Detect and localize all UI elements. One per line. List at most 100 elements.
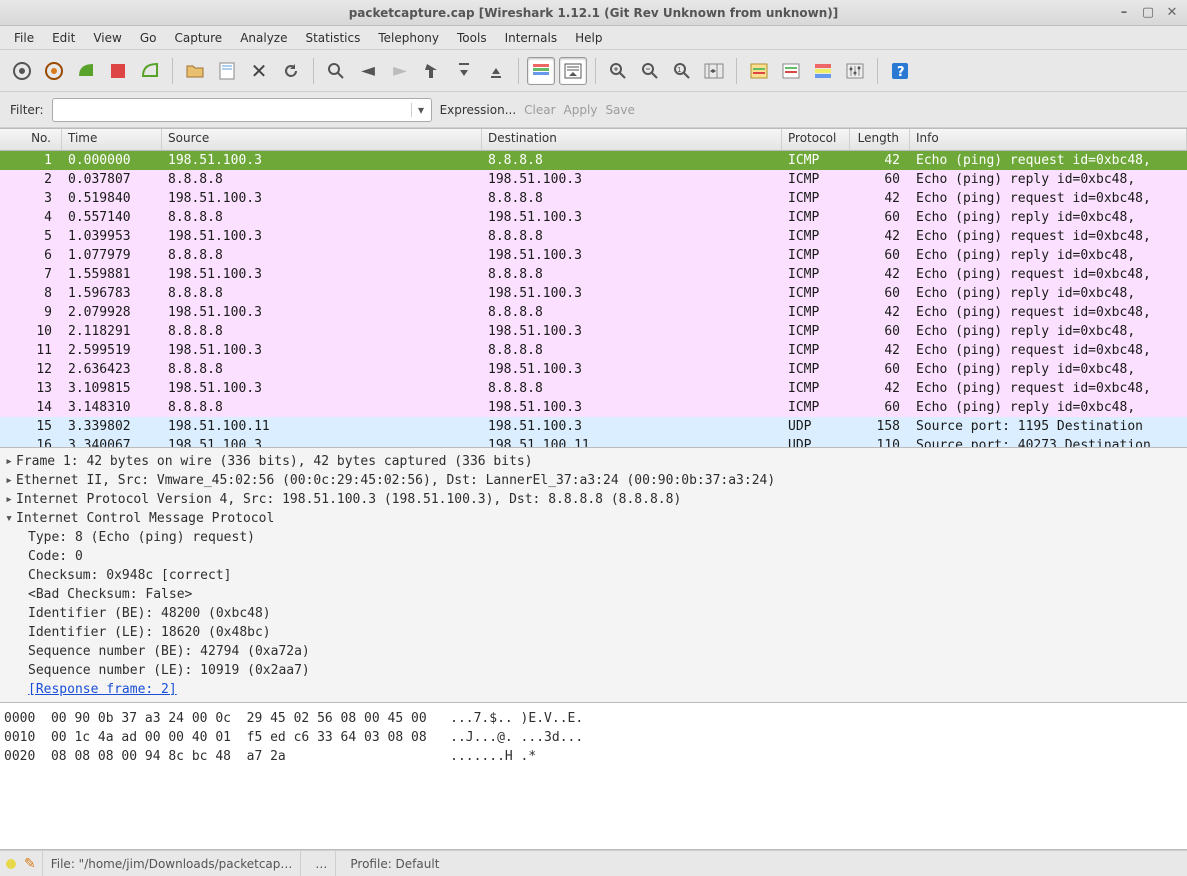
tree-branch[interactable]: ▸Internet Protocol Version 4, Src: 198.5…	[2, 490, 1185, 509]
menu-capture[interactable]: Capture	[166, 28, 230, 48]
open-file-icon[interactable]	[181, 57, 209, 85]
options-icon[interactable]	[40, 57, 68, 85]
col-header-no[interactable]: No.	[0, 129, 62, 150]
filter-input[interactable]	[53, 103, 411, 117]
window-title: packetcapture.cap [Wireshark 1.12.1 (Git…	[349, 6, 839, 20]
packet-row[interactable]: 20.0378078.8.8.8198.51.100.3ICMP60Echo (…	[0, 170, 1187, 189]
save-filter-button[interactable]: Save	[605, 103, 634, 117]
start-capture-icon[interactable]	[72, 57, 100, 85]
expand-arrow-icon[interactable]: ▸	[2, 452, 16, 471]
response-frame-link[interactable]: [Response frame: 2]	[28, 682, 177, 697]
apply-button[interactable]: Apply	[564, 103, 598, 117]
menu-go[interactable]: Go	[132, 28, 165, 48]
filter-combo[interactable]: ▾	[52, 98, 432, 122]
coloring-rules-icon[interactable]	[809, 57, 837, 85]
col-header-time[interactable]: Time	[62, 129, 162, 150]
tree-leaf[interactable]: <Bad Checksum: False>	[2, 585, 1185, 604]
packet-row[interactable]: 71.559881198.51.100.38.8.8.8ICMP42Echo (…	[0, 265, 1187, 284]
packet-row[interactable]: 30.519840198.51.100.38.8.8.8ICMP42Echo (…	[0, 189, 1187, 208]
menu-edit[interactable]: Edit	[44, 28, 83, 48]
tree-leaf[interactable]: Sequence number (LE): 10919 (0x2aa7)	[2, 661, 1185, 680]
menu-analyze[interactable]: Analyze	[232, 28, 295, 48]
menubar: FileEditViewGoCaptureAnalyzeStatisticsTe…	[0, 26, 1187, 50]
packet-row[interactable]: 102.1182918.8.8.8198.51.100.3ICMP60Echo …	[0, 322, 1187, 341]
resize-columns-icon[interactable]	[700, 57, 728, 85]
tree-leaf[interactable]: Sequence number (BE): 42794 (0xa72a)	[2, 642, 1185, 661]
stop-capture-icon[interactable]	[104, 57, 132, 85]
menu-statistics[interactable]: Statistics	[297, 28, 368, 48]
zoom-out-icon[interactable]	[636, 57, 664, 85]
status-profile[interactable]: Profile: Default	[342, 851, 447, 876]
expert-info-icon[interactable]	[6, 859, 16, 869]
packet-row[interactable]: 153.339802198.51.100.11198.51.100.3UDP15…	[0, 417, 1187, 436]
expand-arrow-icon[interactable]: ▸	[2, 471, 16, 490]
find-icon[interactable]	[322, 57, 350, 85]
menu-telephony[interactable]: Telephony	[370, 28, 447, 48]
menu-help[interactable]: Help	[567, 28, 610, 48]
packet-list-body[interactable]: 10.000000198.51.100.38.8.8.8ICMP42Echo (…	[0, 151, 1187, 447]
goto-first-icon[interactable]	[450, 57, 478, 85]
tree-leaf[interactable]: [Response frame: 2]	[2, 680, 1185, 699]
filter-dropdown-icon[interactable]: ▾	[411, 103, 431, 117]
col-header-source[interactable]: Source	[162, 129, 482, 150]
close-button[interactable]: ✕	[1163, 4, 1181, 22]
packet-row[interactable]: 10.000000198.51.100.38.8.8.8ICMP42Echo (…	[0, 151, 1187, 170]
packet-row[interactable]: 40.5571408.8.8.8198.51.100.3ICMP60Echo (…	[0, 208, 1187, 227]
filter-label: Filter:	[10, 103, 44, 117]
packet-row[interactable]: 112.599519198.51.100.38.8.8.8ICMP42Echo …	[0, 341, 1187, 360]
reload-icon[interactable]	[277, 57, 305, 85]
help-icon[interactable]: ?	[886, 57, 914, 85]
edit-capture-comment-icon[interactable]: ✎	[24, 856, 36, 872]
preferences-icon[interactable]	[841, 57, 869, 85]
go-back-icon[interactable]: ◄	[354, 57, 382, 85]
zoom-reset-icon[interactable]: 1	[668, 57, 696, 85]
tree-leaf[interactable]: Identifier (BE): 48200 (0xbc48)	[2, 604, 1185, 623]
col-header-length[interactable]: Length	[850, 129, 910, 150]
packet-list-pane: No. Time Source Destination Protocol Len…	[0, 128, 1187, 448]
tree-branch[interactable]: ▾Internet Control Message Protocol	[2, 509, 1185, 528]
packet-row[interactable]: 143.1483108.8.8.8198.51.100.3ICMP60Echo …	[0, 398, 1187, 417]
packet-row[interactable]: 81.5967838.8.8.8198.51.100.3ICMP60Echo (…	[0, 284, 1187, 303]
menu-file[interactable]: File	[6, 28, 42, 48]
capture-filters-icon[interactable]	[745, 57, 773, 85]
tree-leaf[interactable]: Checksum: 0x948c [correct]	[2, 566, 1185, 585]
colorize-icon[interactable]	[527, 57, 555, 85]
main-toolbar: ✕ ◄ ► 1 ?	[0, 50, 1187, 92]
menu-view[interactable]: View	[85, 28, 129, 48]
packet-details-pane[interactable]: ▸Frame 1: 42 bytes on wire (336 bits), 4…	[0, 448, 1187, 703]
goto-last-icon[interactable]	[482, 57, 510, 85]
menu-internals[interactable]: Internals	[497, 28, 566, 48]
col-header-info[interactable]: Info	[910, 129, 1187, 150]
packet-row[interactable]: 163.340067198.51.100.3198.51.100.11UDP11…	[0, 436, 1187, 447]
expression-button[interactable]: Expression...	[440, 103, 517, 117]
packet-row[interactable]: 51.039953198.51.100.38.8.8.8ICMP42Echo (…	[0, 227, 1187, 246]
close-file-icon[interactable]: ✕	[245, 57, 273, 85]
clear-button[interactable]: Clear	[524, 103, 555, 117]
goto-packet-icon[interactable]	[418, 57, 446, 85]
packet-row[interactable]: 61.0779798.8.8.8198.51.100.3ICMP60Echo (…	[0, 246, 1187, 265]
col-header-proto[interactable]: Protocol	[782, 129, 850, 150]
expand-arrow-icon[interactable]: ▾	[2, 509, 16, 528]
save-file-icon[interactable]	[213, 57, 241, 85]
tree-branch[interactable]: ▸Frame 1: 42 bytes on wire (336 bits), 4…	[2, 452, 1185, 471]
col-header-dest[interactable]: Destination	[482, 129, 782, 150]
minimize-button[interactable]: –	[1115, 4, 1133, 22]
status-file[interactable]: File: "/home/jim/Downloads/packetcap…	[42, 851, 302, 876]
tree-branch[interactable]: ▸Ethernet II, Src: Vmware_45:02:56 (00:0…	[2, 471, 1185, 490]
packet-bytes-pane[interactable]: 0000 00 90 0b 37 a3 24 00 0c 29 45 02 56…	[0, 703, 1187, 850]
go-forward-icon[interactable]: ►	[386, 57, 414, 85]
packet-row[interactable]: 133.109815198.51.100.38.8.8.8ICMP42Echo …	[0, 379, 1187, 398]
zoom-in-icon[interactable]	[604, 57, 632, 85]
display-filters-icon[interactable]	[777, 57, 805, 85]
restart-capture-icon[interactable]	[136, 57, 164, 85]
packet-row[interactable]: 122.6364238.8.8.8198.51.100.3ICMP60Echo …	[0, 360, 1187, 379]
maximize-button[interactable]: ▢	[1139, 4, 1157, 22]
autoscroll-icon[interactable]	[559, 57, 587, 85]
expand-arrow-icon[interactable]: ▸	[2, 490, 16, 509]
interfaces-icon[interactable]	[8, 57, 36, 85]
tree-leaf[interactable]: Code: 0	[2, 547, 1185, 566]
tree-leaf[interactable]: Type: 8 (Echo (ping) request)	[2, 528, 1185, 547]
menu-tools[interactable]: Tools	[449, 28, 495, 48]
tree-leaf[interactable]: Identifier (LE): 18620 (0x48bc)	[2, 623, 1185, 642]
packet-row[interactable]: 92.079928198.51.100.38.8.8.8ICMP42Echo (…	[0, 303, 1187, 322]
